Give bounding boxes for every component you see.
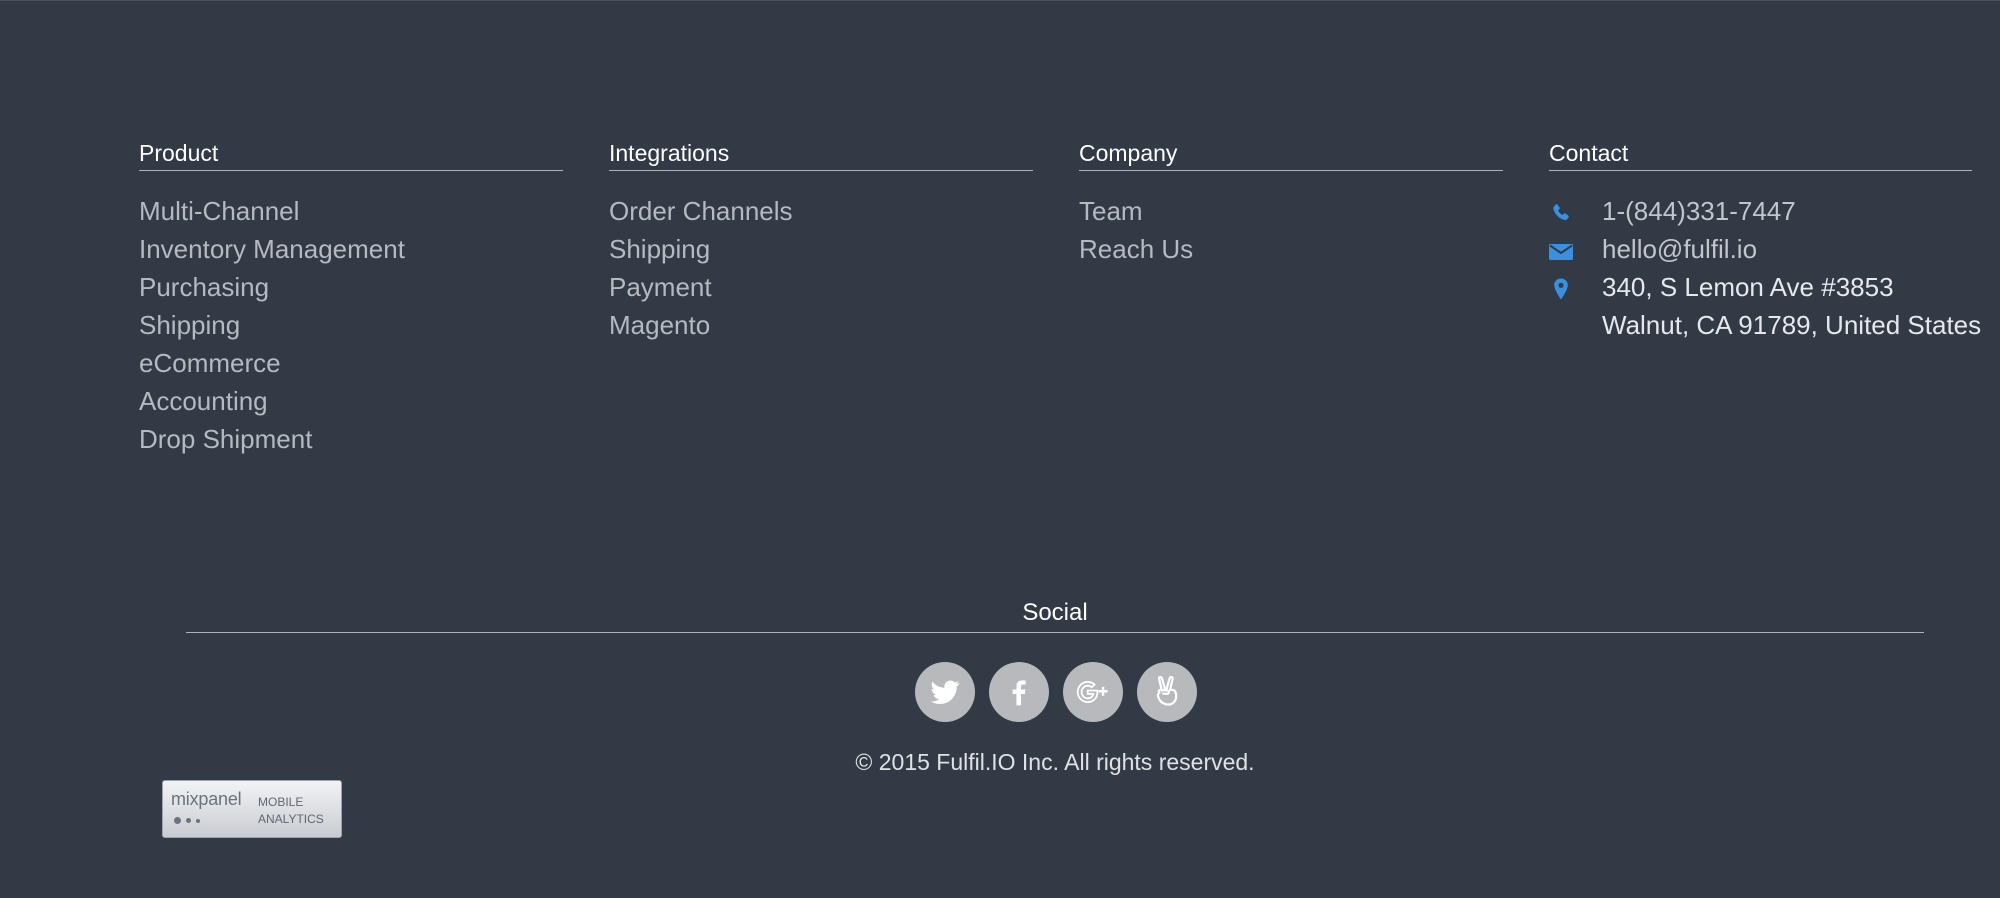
site-footer: Product Multi-Channel Inventory Manageme… [0,0,2000,898]
column-title-company: Company [1079,136,1503,171]
contact-phone: 1-(844)331-7447 [1549,192,1972,230]
envelope-icon [1549,244,1573,260]
copyright-text: © 2015 Fulfil.IO Inc. All rights reserve… [855,749,1255,775]
twitter-icon[interactable] [915,662,975,722]
footer-column-contact: Contact 1-(844)331-7447 hello@fulfil.io [1549,136,1981,344]
company-links: Team Reach Us [1079,192,1503,268]
address-line-1: 340, S Lemon Ave #3853 [1602,272,1894,302]
footer-link-multi-channel[interactable]: Multi-Channel [139,192,563,230]
mixpanel-logo-text: mixpanel [171,789,242,809]
column-title-contact: Contact [1549,136,1972,171]
footer-link-inventory-management[interactable]: Inventory Management [139,230,563,268]
angellist-icon[interactable] [1137,662,1197,722]
mixpanel-badge-line2: ANALYTICS [258,812,324,826]
footer-link-drop-shipment[interactable]: Drop Shipment [139,420,563,458]
integrations-links: Order Channels Shipping Payment Magento [609,192,1033,344]
footer-link-purchasing[interactable]: Purchasing [139,268,563,306]
mixpanel-dots-icon [174,817,200,824]
mixpanel-badge-line1: MOBILE [258,795,304,809]
footer-link-reach-us[interactable]: Reach Us [1079,230,1503,268]
footer-link-order-channels[interactable]: Order Channels [609,192,1033,230]
google-plus-icon[interactable] [1063,662,1123,722]
footer-link-payment[interactable]: Payment [609,268,1033,306]
phone-icon [1553,204,1569,221]
footer-link-shipping[interactable]: Shipping [139,306,563,344]
social-title: Social [186,594,1924,633]
footer-column-company: Company Team Reach Us [1079,136,1503,268]
contact-email: hello@fulfil.io [1549,230,1972,268]
footer-column-product: Product Multi-Channel Inventory Manageme… [139,136,563,458]
contact-address-line2: Walnut, CA 91789, United States [1549,306,1981,344]
facebook-icon[interactable] [989,662,1049,722]
footer-link-accounting[interactable]: Accounting [139,382,563,420]
email-link[interactable]: hello@fulfil.io [1602,234,1757,264]
column-title-product: Product [139,136,563,171]
social-icon-row [915,662,1197,722]
footer-link-team[interactable]: Team [1079,192,1503,230]
footer-link-magento[interactable]: Magento [609,306,1033,344]
column-title-integrations: Integrations [609,136,1033,171]
footer-link-shipping-integration[interactable]: Shipping [609,230,1033,268]
contact-address-line1: 340, S Lemon Ave #3853 [1549,268,1972,306]
phone-number[interactable]: 1-(844)331-7447 [1602,196,1796,226]
address-line-2: Walnut, CA 91789, United States [1602,310,1982,340]
social-section: Social [186,594,1924,722]
product-links: Multi-Channel Inventory Management Purch… [139,192,563,458]
footer-link-ecommerce[interactable]: eCommerce [139,344,563,382]
contact-list: 1-(844)331-7447 hello@fulfil.io 340, S L… [1549,192,1981,344]
mixpanel-badge[interactable]: mixpanel MOBILE ANALYTICS [162,780,342,838]
mixpanel-badge-caption: MOBILE ANALYTICS [258,794,324,828]
map-marker-icon [1554,278,1568,300]
footer-column-integrations: Integrations Order Channels Shipping Pay… [609,136,1033,344]
